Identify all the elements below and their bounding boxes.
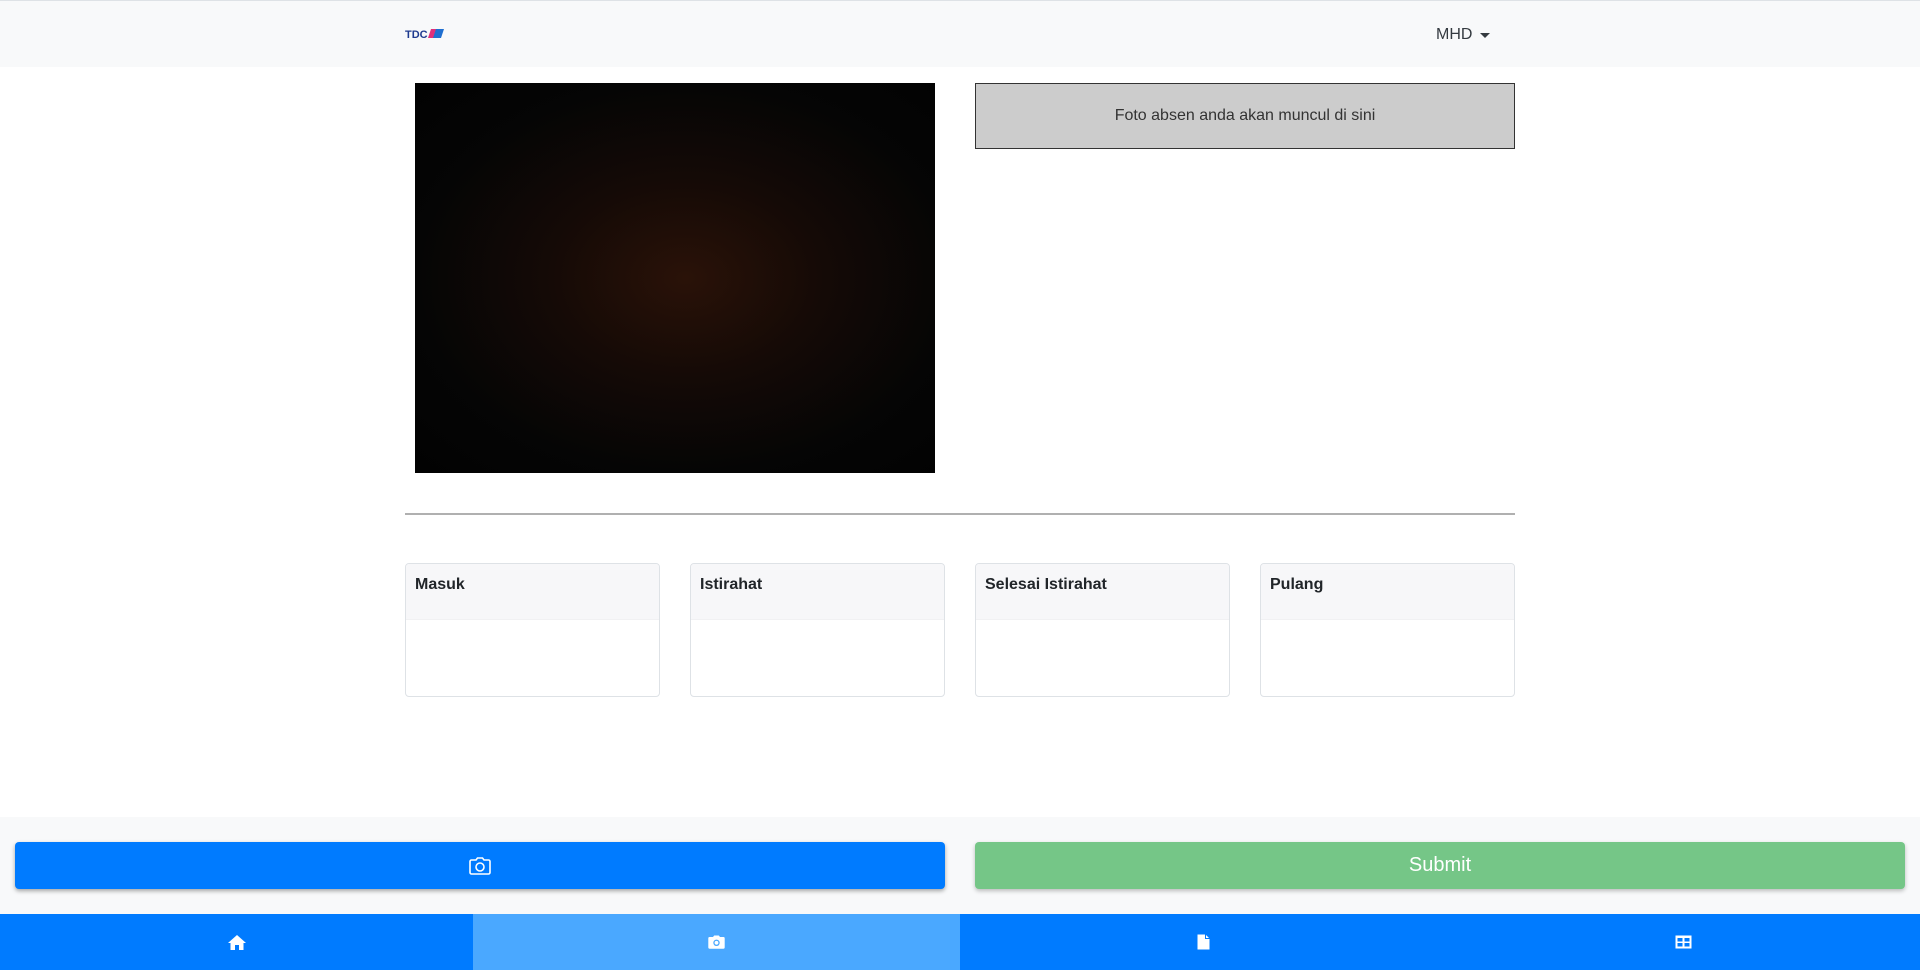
camera-icon: [469, 856, 491, 875]
submit-button[interactable]: Submit: [975, 842, 1905, 889]
caret-down-icon: [1480, 33, 1491, 38]
nav-item-documents[interactable]: [960, 914, 1447, 970]
attendance-card-istirahat: Istirahat: [690, 563, 945, 697]
photo-placeholder-text: Foto absen anda akan muncul di sini: [1114, 107, 1376, 124]
attendance-card-pulang: Pulang: [1260, 563, 1515, 697]
camera-feed: [415, 83, 935, 473]
nav-item-table[interactable]: [1447, 914, 1920, 970]
nav-item-camera[interactable]: [473, 914, 960, 970]
bottom-nav: [0, 914, 1920, 970]
brand-logo[interactable]: TDC: [405, 27, 445, 40]
card-title: Pulang: [1261, 564, 1514, 620]
camera-icon: [708, 935, 725, 949]
nav-item-home[interactable]: [0, 914, 473, 970]
svg-text:TDC: TDC: [405, 29, 428, 40]
card-title: Selesai Istirahat: [976, 564, 1229, 620]
top-navbar: TDC MHD: [0, 0, 1920, 67]
photo-preview-placeholder: Foto absen anda akan muncul di sini: [975, 83, 1515, 149]
divider: [405, 513, 1515, 515]
capture-photo-button[interactable]: [15, 842, 945, 889]
card-title: Istirahat: [691, 564, 944, 620]
submit-label: Submit: [1408, 854, 1472, 876]
user-menu-dropdown[interactable]: MHD: [1436, 23, 1491, 47]
card-title: Masuk: [406, 564, 659, 620]
attendance-card-masuk: Masuk: [405, 563, 660, 697]
file-icon: [1197, 934, 1210, 950]
table-icon: [1675, 935, 1692, 949]
user-menu-label: MHD: [1436, 26, 1473, 43]
home-icon: [227, 934, 246, 950]
attendance-card-selesai-istirahat: Selesai Istirahat: [975, 563, 1230, 697]
